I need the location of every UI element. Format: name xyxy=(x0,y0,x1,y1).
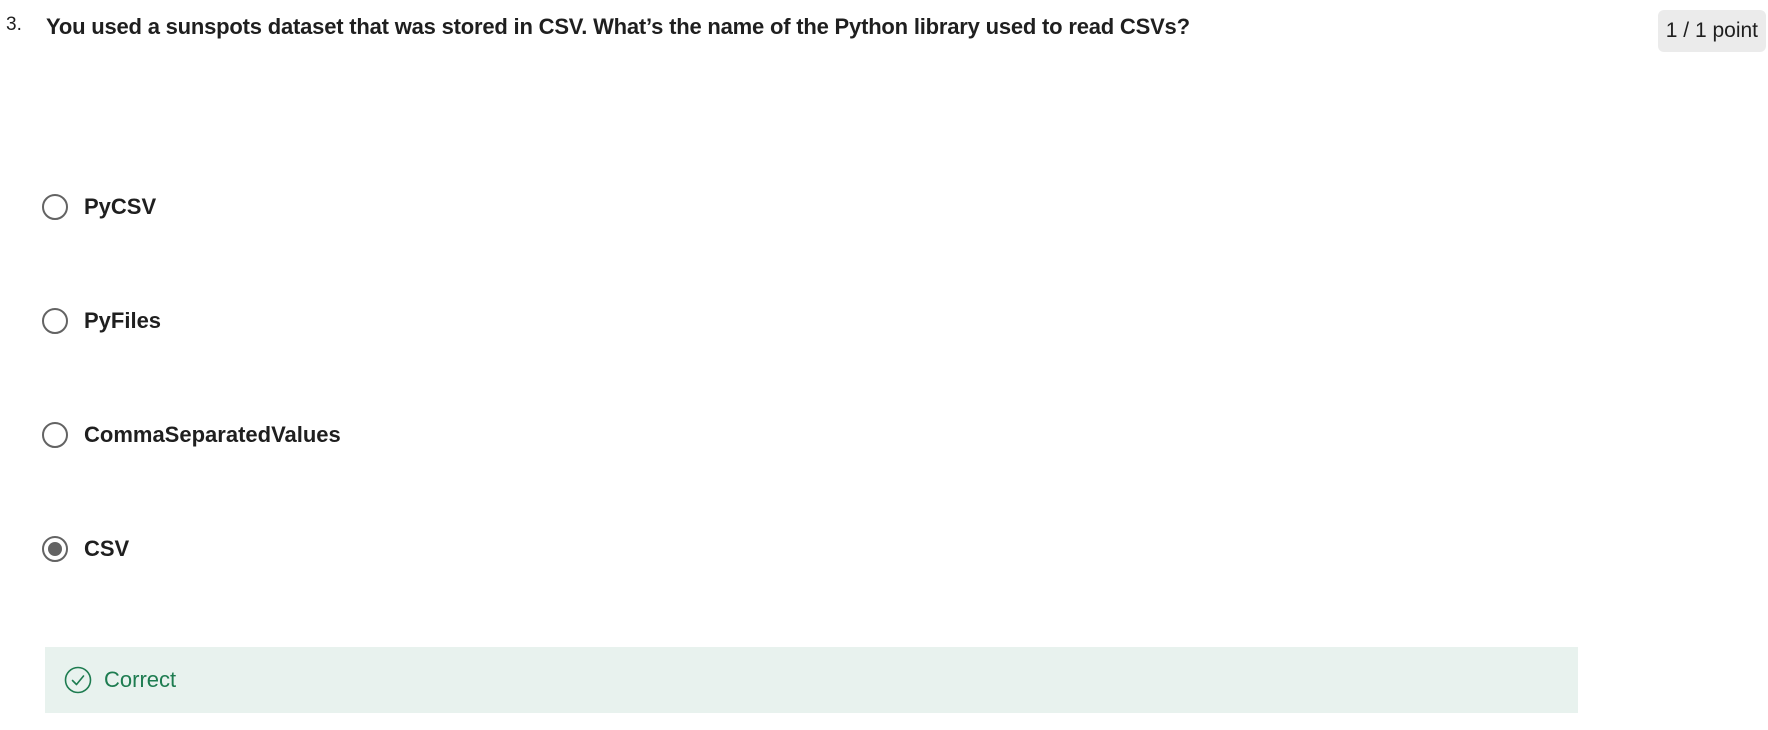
option-commaseparatedvalues[interactable]: CommaSeparatedValues xyxy=(42,418,341,452)
feedback-banner: Correct xyxy=(45,647,1578,713)
option-csv[interactable]: CSV xyxy=(42,532,129,566)
option-label: CommaSeparatedValues xyxy=(84,422,341,447)
radio-button[interactable] xyxy=(42,194,68,220)
feedback-status: Correct xyxy=(104,667,177,692)
radio-selected-dot xyxy=(48,542,62,556)
points-badge: 1 / 1 point xyxy=(1657,10,1766,52)
radio-button[interactable] xyxy=(42,308,68,334)
quiz-question-page: 3. You used a sunspots dataset that was … xyxy=(0,0,1768,730)
question-number: 3. xyxy=(6,14,22,35)
option-label: CSV xyxy=(84,536,130,561)
radio-button[interactable] xyxy=(42,422,68,448)
radio-button-selected[interactable] xyxy=(42,536,68,562)
option-label: PyCSV xyxy=(84,194,157,219)
question-text: You used a sunspots dataset that was sto… xyxy=(46,14,1190,39)
option-pyfiles[interactable]: PyFiles xyxy=(42,304,161,338)
option-label: PyFiles xyxy=(84,308,162,333)
option-pycsv[interactable]: PyCSV xyxy=(42,190,156,224)
check-circle-icon xyxy=(64,666,92,694)
